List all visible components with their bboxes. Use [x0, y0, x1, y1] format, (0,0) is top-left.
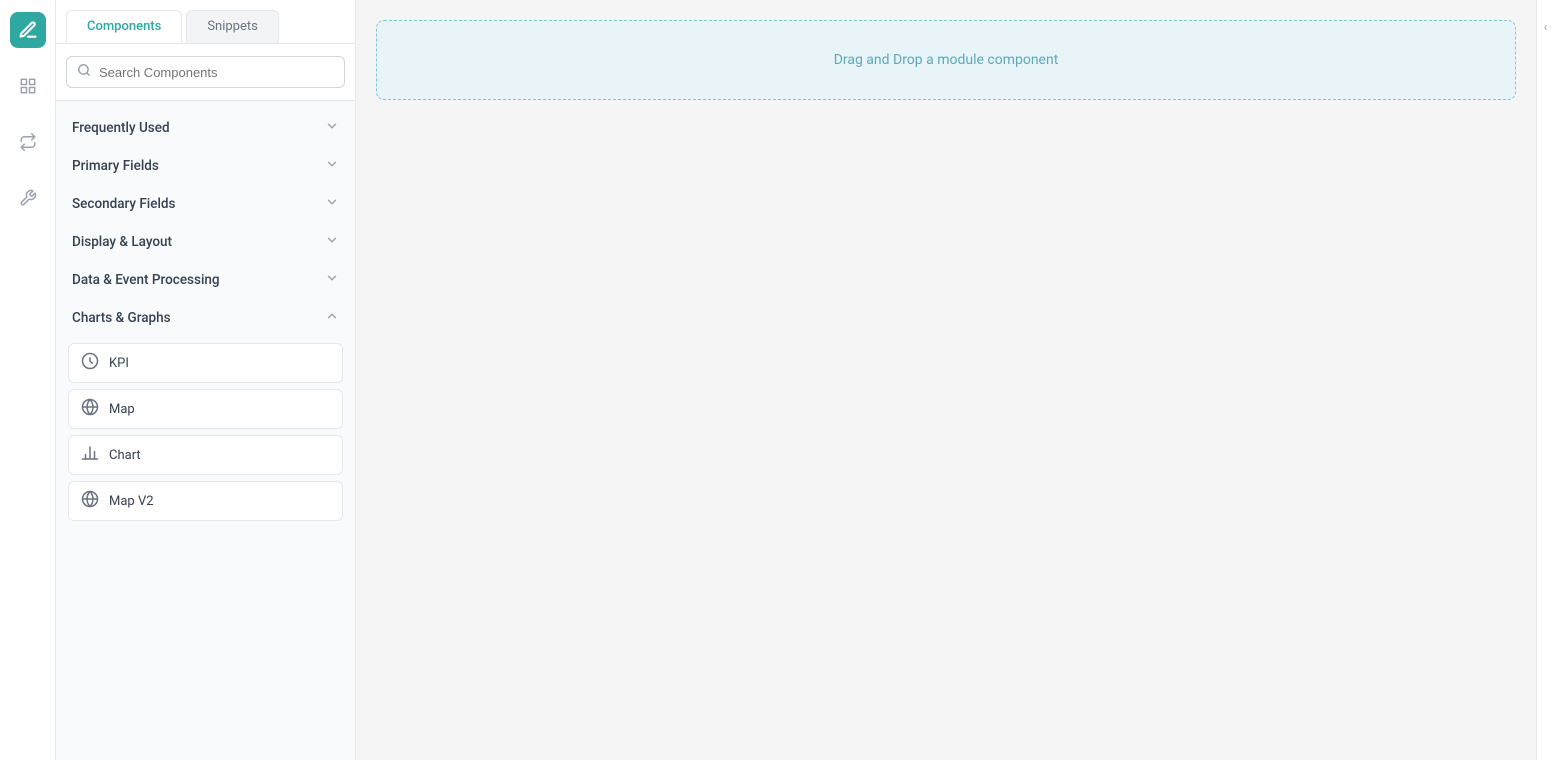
tab-components[interactable]: Components: [66, 10, 182, 43]
icon-rail: [0, 0, 56, 760]
map-globe-icon: [81, 398, 99, 420]
section-label-primary-fields: Primary Fields: [72, 158, 159, 174]
canvas-area: Drag and Drop a module component: [356, 0, 1536, 760]
chevron-frequently-used-icon: [325, 119, 339, 137]
section-primary-fields[interactable]: Primary Fields: [56, 147, 355, 185]
section-label-secondary-fields: Secondary Fields: [72, 196, 175, 212]
chevron-primary-fields-icon: [325, 157, 339, 175]
drop-zone[interactable]: Drag and Drop a module component: [376, 20, 1516, 100]
chevron-secondary-fields-icon: [325, 195, 339, 213]
search-area: [56, 44, 355, 101]
section-label-charts-graphs: Charts & Graphs: [72, 310, 171, 326]
component-kpi-label: KPI: [109, 356, 129, 371]
kpi-icon: [81, 352, 99, 374]
component-map-label: Map: [109, 402, 135, 417]
chevron-charts-graphs-icon: [325, 309, 339, 327]
search-input[interactable]: [99, 65, 334, 80]
section-label-display-layout: Display & Layout: [72, 234, 172, 250]
section-secondary-fields[interactable]: Secondary Fields: [56, 185, 355, 223]
wrench-icon[interactable]: [10, 180, 46, 216]
section-label-frequently-used: Frequently Used: [72, 120, 170, 136]
component-chart-label: Chart: [109, 448, 141, 463]
swap-icon[interactable]: [10, 124, 46, 160]
map-v2-globe-icon: [81, 490, 99, 512]
component-kpi[interactable]: KPI: [68, 343, 343, 383]
component-map[interactable]: Map: [68, 389, 343, 429]
right-collapse-button[interactable]: ‹: [1536, 0, 1554, 760]
section-frequently-used[interactable]: Frequently Used: [56, 109, 355, 147]
component-map-v2[interactable]: Map V2: [68, 481, 343, 521]
search-box: [66, 56, 345, 88]
grid-icon[interactable]: [10, 68, 46, 104]
sidebar: Components Snippets Frequently Used Prim…: [56, 0, 356, 760]
tab-snippets[interactable]: Snippets: [186, 10, 279, 43]
section-display-layout[interactable]: Display & Layout: [56, 223, 355, 261]
component-map-v2-label: Map V2: [109, 494, 154, 509]
section-charts-graphs[interactable]: Charts & Graphs: [56, 299, 355, 337]
collapse-icon: ‹: [1544, 20, 1548, 34]
section-list: Frequently Used Primary Fields Secondary…: [56, 101, 355, 539]
charts-graphs-items: KPI Map: [56, 337, 355, 531]
app-logo-icon[interactable]: [10, 12, 46, 48]
chevron-data-event-icon: [325, 271, 339, 289]
section-label-data-event: Data & Event Processing: [72, 272, 220, 288]
component-chart[interactable]: Chart: [68, 435, 343, 475]
drop-zone-text: Drag and Drop a module component: [834, 52, 1059, 68]
tab-bar: Components Snippets: [56, 0, 355, 44]
chevron-display-layout-icon: [325, 233, 339, 251]
section-data-event[interactable]: Data & Event Processing: [56, 261, 355, 299]
search-icon: [77, 63, 91, 81]
chart-bar-icon: [81, 444, 99, 466]
